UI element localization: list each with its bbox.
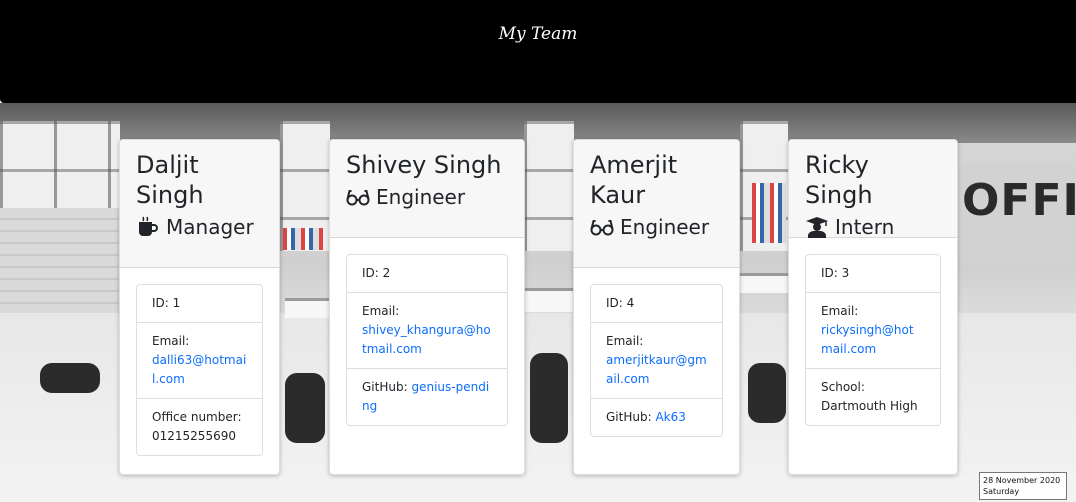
- clock-day: Saturday: [983, 487, 1020, 496]
- school-item: School: Dartmouth High: [821, 380, 918, 413]
- card-header: Ricky Singh Intern: [789, 140, 957, 239]
- employee-card-engineer: Amerjit Kaur Engineer ID: 4 Email: amerj…: [573, 139, 740, 475]
- mug-icon: [139, 216, 158, 236]
- email-link[interactable]: shivey_khangura@hotmail.com: [362, 323, 491, 356]
- glasses-icon: [590, 220, 614, 236]
- office-sign: OFFIC: [962, 175, 1076, 226]
- taskbar-clock[interactable]: 28 November 2020 Saturday: [979, 472, 1067, 500]
- employee-name: Shivey Singh: [346, 151, 502, 179]
- employee-id: ID: 4: [591, 285, 722, 323]
- graduate-icon: [806, 217, 828, 238]
- employee-details-list: ID: 3 Email: rickysingh@hotmail.com Scho…: [805, 254, 941, 426]
- card-header: Amerjit Kaur Engineer: [574, 140, 739, 268]
- office-number-item: Office number: 01215255690: [152, 410, 242, 443]
- employee-email-item: Email: amerjitkaur@gmail.com: [591, 323, 722, 399]
- employee-details-list: ID: 4 Email: amerjitkaur@gmail.com GitHu…: [590, 284, 723, 437]
- card-header: Daljit Singh Manager: [120, 140, 279, 268]
- github-link[interactable]: Ak63: [655, 410, 685, 424]
- school-name: Dartmouth High: [821, 399, 918, 413]
- clock-date: 28 November 2020: [983, 476, 1061, 485]
- employee-role: Manager: [136, 212, 263, 242]
- email-link[interactable]: dalli63@hotmail.com: [152, 353, 246, 386]
- employee-name: Ricky Singh: [805, 151, 873, 209]
- office-number: 01215255690: [152, 429, 236, 443]
- employee-name: Amerjit Kaur: [590, 151, 678, 209]
- employee-id: ID: 2: [347, 255, 507, 293]
- page-header: My Team: [0, 0, 1076, 103]
- employee-id: ID: 1: [137, 285, 262, 323]
- card-header: Shivey Singh Engineer: [330, 140, 524, 238]
- employee-card-manager: Daljit Singh Manager ID: 1 Email: dalli6…: [119, 139, 280, 475]
- github-item: GitHub: Ak63: [606, 410, 686, 424]
- employee-card-intern: Ricky Singh Intern ID: 3 Email: rickysin…: [788, 139, 958, 475]
- employee-role: Engineer: [590, 212, 723, 242]
- employee-details-list: ID: 1 Email: dalli63@hotmail.com Office …: [136, 284, 263, 456]
- employee-id: ID: 3: [806, 255, 940, 293]
- page-title: My Team: [498, 24, 578, 44]
- email-link[interactable]: rickysingh@hotmail.com: [821, 323, 914, 356]
- employee-name: Daljit Singh: [136, 151, 204, 209]
- employee-details-list: ID: 2 Email: shivey_khangura@hotmail.com…: [346, 254, 508, 426]
- github-item: GitHub: genius-pending: [362, 380, 490, 413]
- email-link[interactable]: amerjitkaur@gmail.com: [606, 353, 707, 386]
- employee-email-item: Email: dalli63@hotmail.com: [137, 323, 262, 399]
- glasses-icon: [346, 190, 370, 206]
- employee-card-engineer: Shivey Singh Engineer ID: 2 Email: shive…: [329, 139, 525, 475]
- employee-email-item: Email: rickysingh@hotmail.com: [806, 293, 940, 369]
- employee-role: Engineer: [346, 182, 508, 212]
- employee-email-item: Email: shivey_khangura@hotmail.com: [347, 293, 507, 369]
